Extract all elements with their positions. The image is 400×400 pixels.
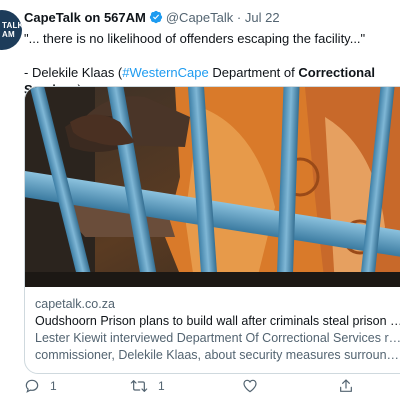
quote-attribution-prefix: - Delekile Klaas ( <box>24 65 123 80</box>
avatar[interactable]: TALK AM <box>0 10 22 50</box>
action-bar: 1 1 <box>24 378 400 398</box>
heart-icon <box>243 379 257 393</box>
share-icon <box>340 379 352 392</box>
separator-dot: · <box>236 10 242 25</box>
tweet-header: CapeTalk on 567AM @CapeTalk · Jul 22 <box>24 10 280 28</box>
reply-button[interactable]: 1 <box>24 378 57 394</box>
card-description: Lester Kiewit interviewed Department Of … <box>35 330 400 364</box>
avatar-text: TALK AM <box>2 21 22 39</box>
card-body[interactable]: capetalk.co.za Oudshoorn Prison plans to… <box>35 296 400 364</box>
link-card[interactable]: capetalk.co.za Oudshoorn Prison plans to… <box>24 86 400 374</box>
verified-badge-icon <box>149 10 163 28</box>
reply-count: 1 <box>50 379 57 393</box>
avatar-text-line2: AM <box>2 30 15 39</box>
avatar-text-line1: TALK <box>2 21 22 30</box>
quote-attribution-middle: Department of <box>208 65 299 80</box>
author-name[interactable]: CapeTalk on 567AM <box>24 10 146 25</box>
hashtag-link[interactable]: #WesternCape <box>122 65 208 80</box>
retweet-icon <box>130 380 148 392</box>
author-handle[interactable]: @CapeTalk <box>166 10 233 25</box>
retweet-count: 1 <box>158 379 165 393</box>
card-description-line1: Lester Kiewit interviewed Department Of … <box>35 331 400 345</box>
like-button[interactable] <box>242 378 268 394</box>
share-button[interactable] <box>338 378 364 394</box>
prison-bars-photo[interactable] <box>25 87 400 287</box>
retweet-button[interactable]: 1 <box>130 378 165 394</box>
reply-icon <box>25 379 39 393</box>
card-domain: capetalk.co.za <box>35 297 115 311</box>
card-title[interactable]: Oudshoorn Prison plans to build wall aft… <box>35 313 400 330</box>
card-description-line2: commissioner, Delekile Klaas, about secu… <box>35 348 400 362</box>
tweet-date[interactable]: Jul 22 <box>245 10 280 25</box>
tweet-text-line1: "... there is no likelihood of offenders… <box>24 31 366 46</box>
